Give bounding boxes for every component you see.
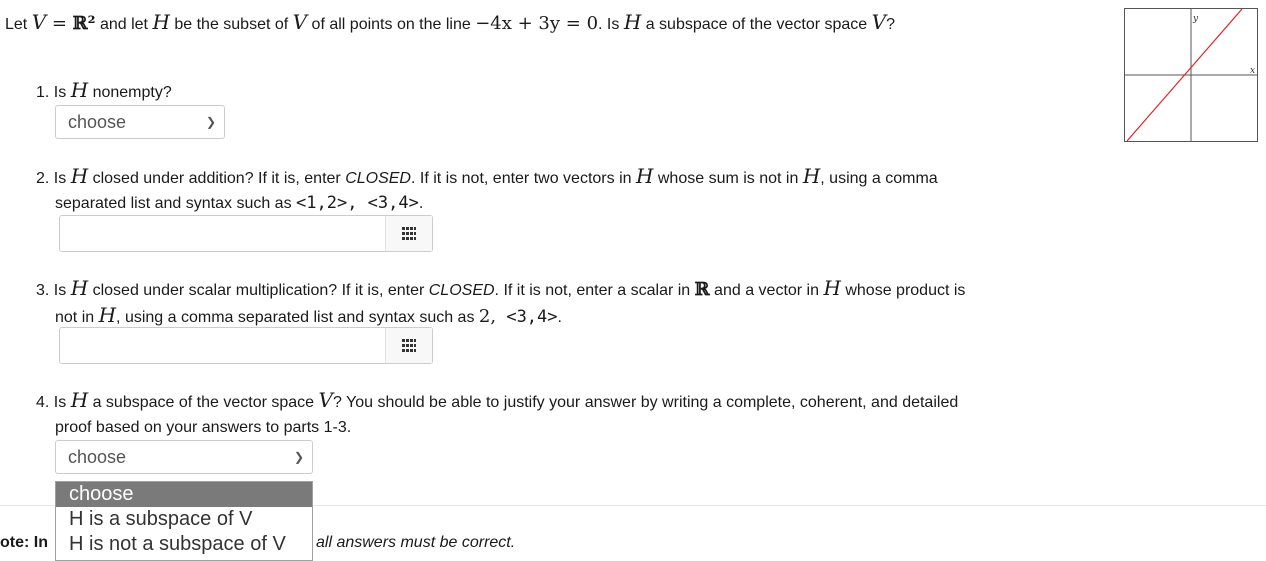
text: not in: [55, 309, 99, 326]
text: closed under scalar multiplication? If i…: [88, 282, 429, 299]
dropdown-option-is-subspace[interactable]: H is a subspace of V: [56, 507, 312, 532]
grid-icon: [402, 226, 416, 240]
grid-icon: [402, 338, 416, 352]
text: . If it is not, enter a scalar in: [494, 282, 695, 299]
math: =: [46, 13, 73, 34]
syntax-example-scalar: 2,: [478, 306, 497, 327]
chevron-down-icon: ❯: [205, 115, 216, 129]
math-H: H: [802, 164, 821, 188]
text: a subspace of the vector space: [88, 394, 319, 411]
subspace-select[interactable]: choose ❯: [55, 440, 313, 474]
dropdown-option-not-subspace[interactable]: H is not a subspace of V: [56, 532, 312, 557]
note-text: all answers must be correct.: [316, 534, 516, 551]
question-number: 1. Is: [36, 84, 71, 101]
math-V: V: [292, 10, 308, 34]
text: proof based on your answers to parts 1-3…: [55, 419, 352, 436]
math-H: H: [98, 303, 117, 327]
nonempty-select[interactable]: choose ❯: [55, 105, 225, 139]
question-number: 2. Is: [36, 170, 71, 187]
math-H: H: [623, 10, 642, 34]
text: , using a comma separated list and synta…: [116, 309, 479, 326]
math-V: V: [31, 10, 47, 34]
y-axis-label: y: [1192, 14, 1199, 24]
subspace-dropdown-list: choose H is a subspace of V H is not a s…: [55, 481, 313, 561]
text: , using a comma: [820, 170, 938, 187]
text: and a vector in: [709, 282, 824, 299]
addition-answer-field[interactable]: [59, 215, 433, 252]
math-H: H: [635, 164, 654, 188]
dropdown-option-choose[interactable]: choose: [56, 482, 312, 507]
math-H: H: [70, 78, 89, 102]
text: Let: [5, 16, 32, 33]
text: whose sum is not in: [653, 170, 803, 187]
equation-editor-button[interactable]: [385, 216, 432, 251]
question-continuation: separated list and syntax such as <1,2>,…: [36, 191, 1076, 216]
text: separated list and syntax such as: [55, 195, 297, 212]
equation-editor-button[interactable]: [385, 328, 432, 363]
chevron-down-icon: ❯: [293, 450, 304, 464]
question-continuation: not in H, using a comma separated list a…: [36, 303, 1076, 330]
text: ? You should be able to justify your ans…: [332, 394, 959, 411]
text: and let: [95, 16, 153, 33]
question-number: 3. Is: [36, 282, 71, 299]
question-3: 3. Is H closed under scalar multiplicati…: [36, 276, 1076, 330]
text: closed under addition? If it is, enter: [88, 170, 346, 187]
text: .: [557, 309, 562, 326]
text: ?: [886, 16, 895, 33]
select-value: choose: [68, 447, 127, 467]
text: whose product is: [840, 282, 966, 299]
math-V: V: [318, 388, 333, 412]
line-graph: y x: [1124, 8, 1258, 142]
closed-keyword: CLOSED: [428, 282, 495, 299]
question-1: 1. Is H nonempty?: [36, 78, 1076, 105]
select-value: choose: [68, 112, 127, 132]
math-R: ℝ: [694, 279, 710, 300]
scalar-answer-field[interactable]: [59, 327, 433, 364]
syntax-example: <3,4>: [496, 307, 558, 327]
closed-keyword: CLOSED: [345, 170, 411, 187]
text: .: [418, 195, 424, 212]
text: be the subset of: [169, 16, 293, 33]
question-number: 4. Is: [36, 394, 71, 411]
math-V: V: [871, 10, 887, 34]
syntax-example: <1,2>, <3,4>: [296, 193, 419, 213]
text: a subspace of the vector space: [641, 16, 872, 33]
line-equation: −4x + 3y = 0: [475, 13, 599, 34]
math-H: H: [823, 276, 841, 300]
question-2: 2. Is H closed under addition? If it is,…: [36, 164, 1076, 216]
text: . Is: [598, 16, 624, 33]
note-label: ote: In: [0, 534, 48, 551]
math-H: H: [70, 276, 89, 300]
x-axis-label: x: [1250, 66, 1255, 76]
math-R2: ℝ²: [72, 13, 96, 34]
question-continuation: proof based on your answers to parts 1-3…: [36, 415, 1076, 440]
question-text: nonempty?: [88, 84, 172, 101]
text: . If it is not, enter two vectors in: [410, 170, 636, 187]
note-right: all answers must be correct.: [316, 534, 515, 552]
note-left: ote: In: [0, 534, 48, 552]
math-H: H: [152, 10, 170, 34]
text: of all points on the line: [307, 16, 476, 33]
math-H: H: [70, 388, 89, 412]
problem-statement: Let V = ℝ² and let H be the subset of V …: [5, 10, 895, 34]
question-4: 4. Is H a subspace of the vector space V…: [36, 388, 1076, 440]
math-H: H: [70, 164, 89, 188]
